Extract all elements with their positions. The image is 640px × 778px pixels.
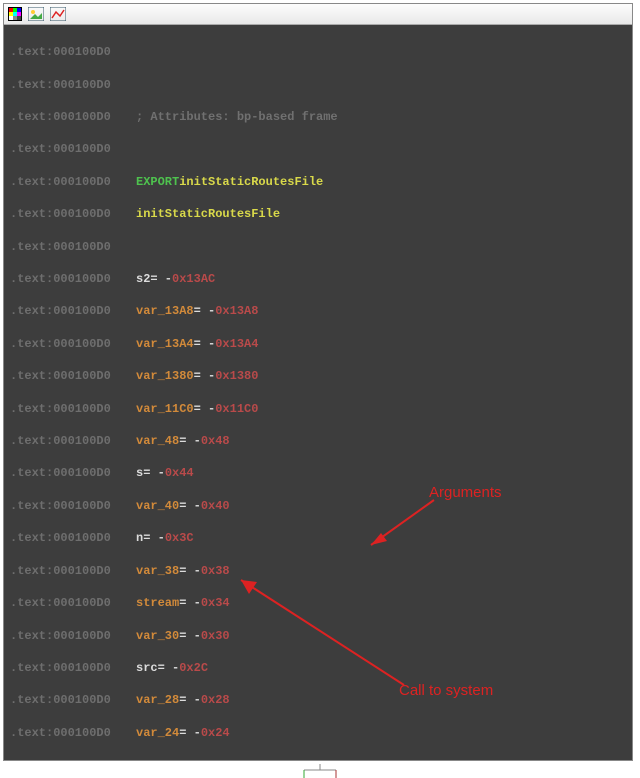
var: var_1380 <box>136 368 194 384</box>
var: var_13A4 <box>136 336 194 352</box>
addr: .text:000100D0 <box>10 141 136 157</box>
addr: .text:000100D0 <box>10 271 136 287</box>
addr: .text:000100D0 <box>10 725 136 741</box>
var: var_28 <box>136 692 179 708</box>
addr: .text:000100D0 <box>10 692 136 708</box>
var: var_1D <box>136 757 179 760</box>
addr: .text:000100D0 <box>10 174 136 190</box>
var: stream <box>136 595 179 611</box>
addr: .text:000100D0 <box>10 595 136 611</box>
addr: .text:000100D0 <box>10 757 136 760</box>
addr: .text:000100D0 <box>10 109 136 125</box>
var: s <box>136 465 143 481</box>
var: var_11C0 <box>136 401 194 417</box>
attr-comment: ; Attributes: bp-based frame <box>136 109 338 125</box>
addr: .text:000100D0 <box>10 498 136 514</box>
addr: .text:000100D0 <box>10 433 136 449</box>
var: var_24 <box>136 725 179 741</box>
addr: .text:000100D0 <box>10 303 136 319</box>
var: s2 <box>136 271 150 287</box>
addr: .text:000100D0 <box>10 465 136 481</box>
toolbar <box>4 4 632 25</box>
var: var_30 <box>136 628 179 644</box>
func-name: initStaticRoutesFile <box>179 174 323 190</box>
image-icon[interactable] <box>28 7 44 21</box>
addr: .text:000100D0 <box>10 660 136 676</box>
addr: .text:000100D0 <box>10 336 136 352</box>
addr: .text:000100D0 <box>10 206 136 222</box>
export-kw: EXPORT <box>136 174 179 190</box>
addr: .text:000100D0 <box>10 401 136 417</box>
var: var_38 <box>136 563 179 579</box>
addr: .text:000100D0 <box>10 530 136 546</box>
var: src <box>136 660 158 676</box>
addr: .text:000100D0 <box>10 77 136 93</box>
addr: .text:000100D0 <box>10 368 136 384</box>
addr: .text:000100D0 <box>10 239 136 255</box>
addr: .text:000100D0 <box>10 628 136 644</box>
disassembly-panel: .text:000100D0 .text:000100D0 .text:0001… <box>3 3 633 761</box>
var: var_48 <box>136 433 179 449</box>
flow-connector <box>4 764 640 778</box>
var: var_13A8 <box>136 303 194 319</box>
func-name: initStaticRoutesFile <box>136 206 280 222</box>
var: n <box>136 530 143 546</box>
var: var_40 <box>136 498 179 514</box>
chart-icon[interactable] <box>50 7 66 21</box>
addr: .text:000100D0 <box>10 563 136 579</box>
addr: .text:000100D0 <box>10 44 136 60</box>
disassembly-listing[interactable]: .text:000100D0 .text:000100D0 .text:0001… <box>4 25 632 760</box>
palette-icon[interactable] <box>8 7 22 21</box>
